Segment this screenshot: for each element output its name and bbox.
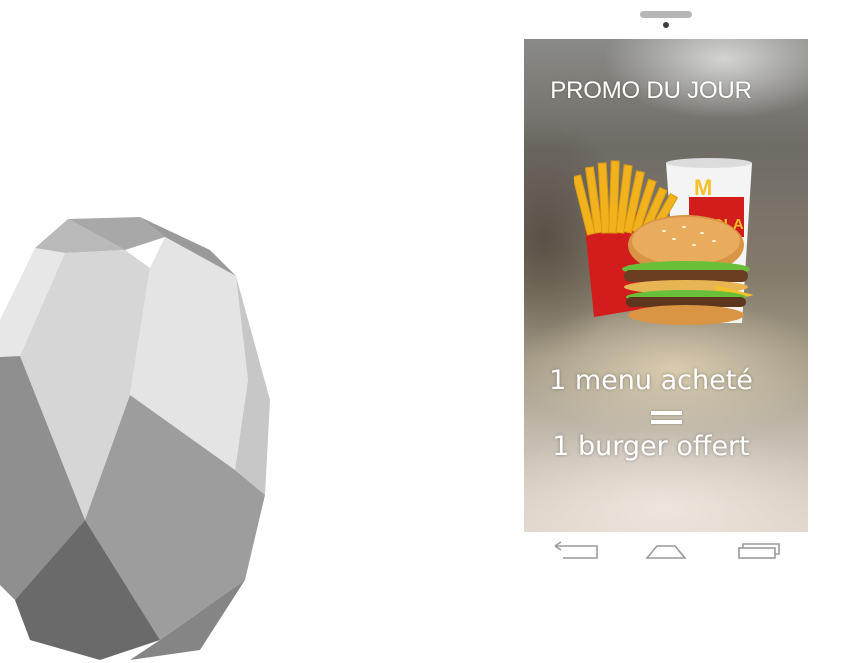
back-icon[interactable] — [551, 540, 601, 564]
recent-apps-icon[interactable] — [735, 540, 781, 564]
equals-sign — [651, 411, 682, 429]
food-menu-image: M SOLA — [574, 158, 754, 325]
promo-screen[interactable]: PROMO DU JOUR M SOLA — [524, 39, 808, 532]
phone-camera — [663, 22, 669, 28]
home-icon[interactable] — [645, 540, 687, 564]
phone-device: PROMO DU JOUR M SOLA — [515, 0, 815, 600]
mcd-logo: M — [694, 175, 712, 200]
offer-line-2: 1 burger offert — [552, 431, 750, 462]
promo-title: PROMO DU JOUR — [550, 77, 752, 104]
offer-line-1: 1 menu acheté — [549, 365, 753, 396]
beacon-icon — [0, 217, 270, 660]
phone-speaker — [640, 11, 692, 18]
